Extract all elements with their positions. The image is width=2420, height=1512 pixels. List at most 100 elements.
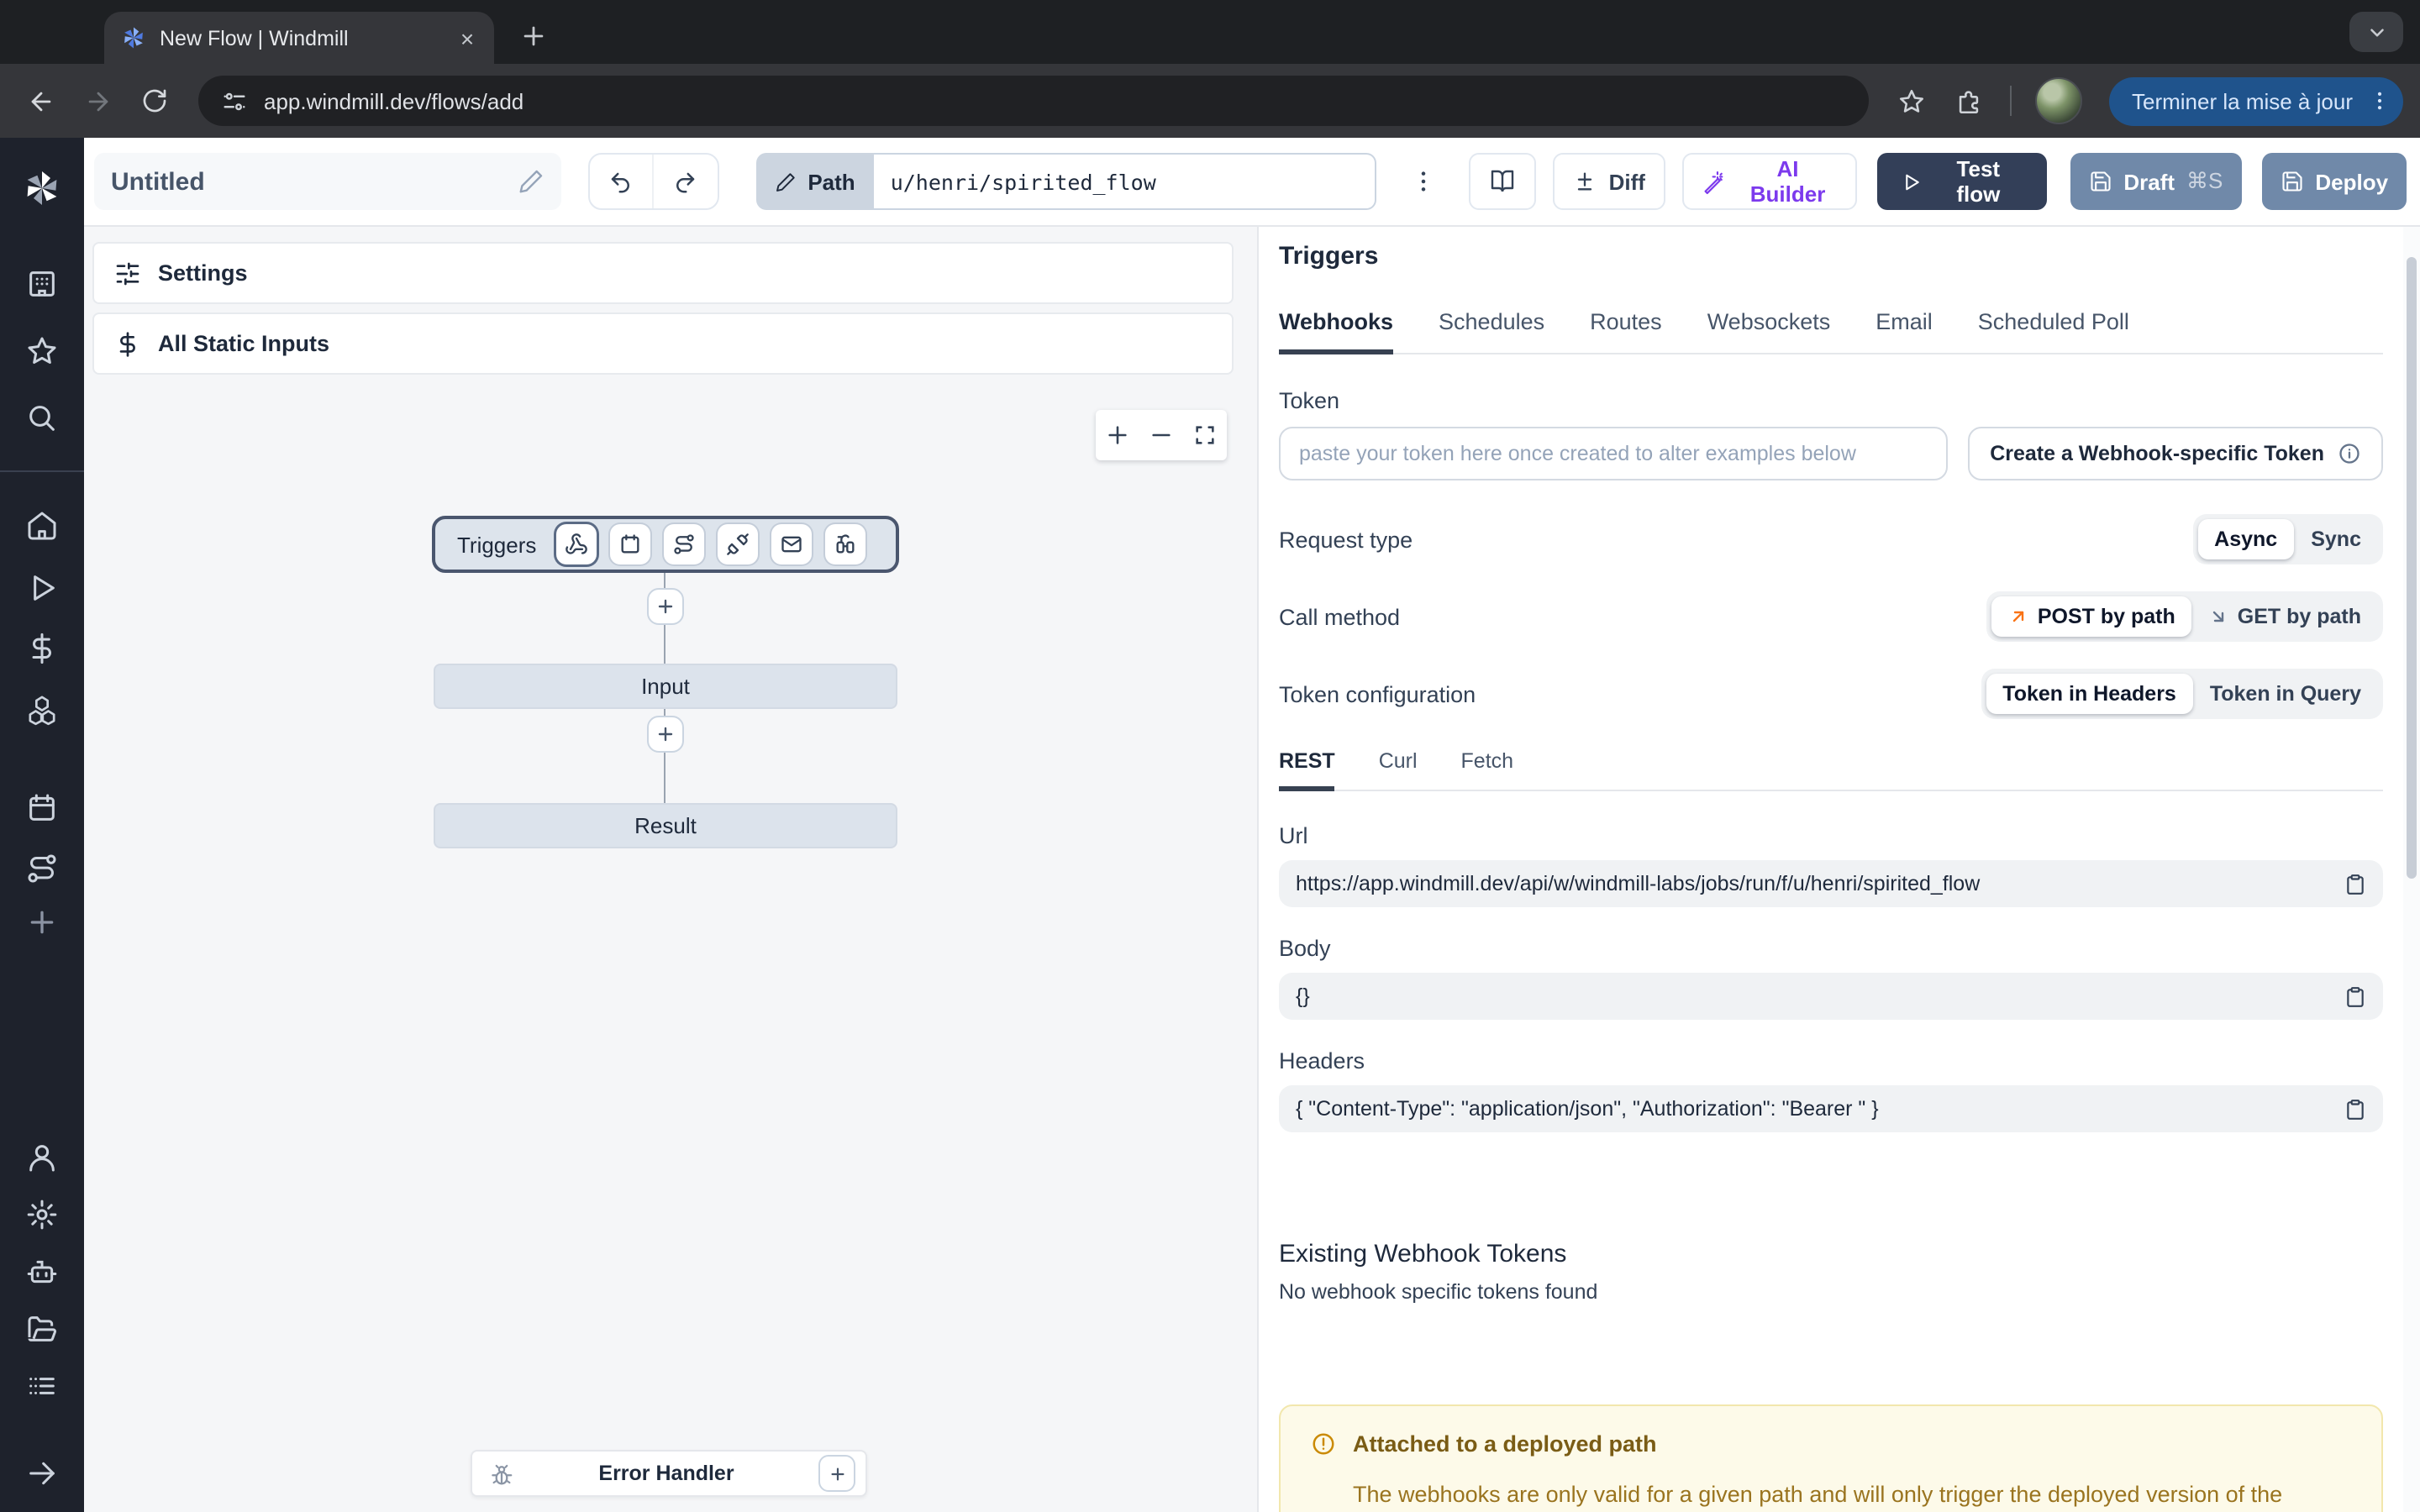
tab-rest[interactable]: REST	[1279, 749, 1335, 791]
sidebar-runs-icon[interactable]	[25, 571, 59, 605]
scrollbar-thumb[interactable]	[2407, 257, 2417, 879]
copy-clipboard-icon[interactable]	[2344, 1098, 2366, 1120]
back-arrow-icon	[26, 87, 55, 115]
windmill-logo-icon[interactable]	[22, 168, 62, 208]
deploy-button[interactable]: Deploy	[2261, 153, 2407, 210]
copy-clipboard-icon[interactable]	[2344, 985, 2366, 1007]
request-type-async[interactable]: Async	[2197, 519, 2294, 559]
tab-email[interactable]: Email	[1876, 309, 1933, 354]
call-method-label: Call method	[1279, 604, 1400, 629]
flow-name-field[interactable]: Untitled	[94, 153, 560, 210]
more-options-kebab-icon[interactable]	[1403, 155, 1445, 208]
site-settings-icon[interactable]	[222, 88, 247, 113]
redo-button[interactable]	[652, 155, 717, 208]
error-handler-node[interactable]: Error Handler	[471, 1450, 867, 1497]
triggers-node[interactable]: Triggers	[432, 516, 899, 573]
tab-close-icon[interactable]: ×	[454, 24, 481, 51]
add-step-button[interactable]	[647, 716, 684, 753]
settings-row[interactable]: Settings	[92, 242, 1234, 304]
add-error-handler-button[interactable]	[818, 1455, 855, 1492]
browser-tab[interactable]: New Flow | Windmill ×	[104, 12, 494, 64]
tab-routes[interactable]: Routes	[1590, 309, 1662, 354]
email-trigger-icon[interactable]	[771, 524, 812, 564]
zoom-out-icon[interactable]	[1150, 423, 1173, 447]
path-pencil-icon	[774, 171, 796, 192]
edit-name-pencil-icon[interactable]	[517, 168, 544, 195]
token-configuration-toggle: Token in Headers Token in Query	[1981, 669, 2383, 719]
path-input[interactable]	[874, 153, 1376, 210]
browser-update-button[interactable]: Terminer la mise à jour	[2108, 76, 2403, 125]
profile-avatar[interactable]	[2034, 77, 2081, 124]
sidebar-add-icon[interactable]	[25, 906, 59, 939]
request-type-sync[interactable]: Sync	[2294, 519, 2378, 559]
forward-button[interactable]	[74, 77, 121, 124]
diff-icon	[1574, 170, 1597, 193]
copy-clipboard-icon[interactable]	[2344, 873, 2366, 895]
sidebar-search-icon[interactable]	[25, 402, 59, 435]
sidebar-home-icon[interactable]	[25, 509, 59, 543]
bug-icon	[489, 1461, 514, 1486]
call-method-post[interactable]: POST by path	[1992, 596, 2192, 637]
websocket-trigger-icon[interactable]	[718, 524, 758, 564]
sidebar-user-icon[interactable]	[25, 1141, 59, 1174]
sidebar-workspace-icon[interactable]	[25, 267, 59, 301]
call-method-get[interactable]: GET by path	[2192, 596, 2378, 637]
result-node-label: Result	[634, 813, 697, 838]
draft-button[interactable]: Draft ⌘S	[2070, 153, 2241, 210]
token-input[interactable]	[1279, 427, 1948, 480]
extensions-puzzle-icon[interactable]	[1945, 77, 1992, 124]
webhook-trigger-icon[interactable]	[556, 524, 597, 564]
input-node[interactable]: Input	[434, 664, 897, 709]
route-trigger-icon[interactable]	[664, 524, 704, 564]
deployed-path-warning: Attached to a deployed path The webhooks…	[1279, 1404, 2383, 1512]
undo-button[interactable]	[589, 155, 652, 208]
sidebar-list-icon[interactable]	[25, 1369, 59, 1403]
tab-fetch[interactable]: Fetch	[1461, 749, 1514, 791]
schedule-trigger-icon[interactable]	[610, 524, 650, 564]
tab-curl[interactable]: Curl	[1379, 749, 1418, 791]
diff-button[interactable]: Diff	[1554, 153, 1665, 210]
token-in-query[interactable]: Token in Query	[2193, 674, 2378, 714]
sidebar-settings-gear-icon[interactable]	[25, 1198, 59, 1231]
sidebar-expand-arrow-icon[interactable]	[25, 1457, 59, 1490]
create-webhook-token-button[interactable]: Create a Webhook-specific Token	[1968, 427, 2383, 480]
zoom-in-icon[interactable]	[1106, 423, 1129, 447]
browser-menu-kebab-icon[interactable]	[2363, 84, 2396, 118]
sidebar-workers-robot-icon[interactable]	[25, 1255, 59, 1289]
tab-search-button[interactable]	[2349, 12, 2403, 52]
flow-name-text: Untitled	[111, 167, 205, 196]
body-label: Body	[1279, 936, 2383, 961]
url-field: https://app.windmill.dev/api/w/windmill-…	[1279, 860, 2383, 907]
call-method-post-label: POST by path	[2038, 605, 2175, 628]
token-in-headers[interactable]: Token in Headers	[1986, 674, 2193, 714]
add-step-button[interactable]	[647, 588, 684, 625]
sidebar-folders-icon[interactable]	[25, 1312, 59, 1346]
tab-websockets[interactable]: Websockets	[1707, 309, 1831, 354]
canvas-zoom-controls	[1096, 410, 1227, 460]
sidebar-resources-icon[interactable]	[25, 692, 59, 726]
back-button[interactable]	[17, 77, 64, 124]
bookmark-star-icon[interactable]	[1888, 77, 1935, 124]
diff-label: Diff	[1609, 169, 1645, 194]
new-tab-button[interactable]	[511, 13, 555, 57]
deploy-floppy-icon	[2280, 170, 2303, 193]
screen: New Flow | Windmill × app.windmill.dev/f…	[0, 0, 2420, 1512]
panel-scrollbar[interactable]	[2403, 227, 2420, 1512]
ai-builder-button[interactable]: AI Builder	[1682, 153, 1857, 210]
test-flow-button[interactable]: Test flow	[1877, 153, 2046, 210]
docs-book-button[interactable]	[1469, 153, 1537, 210]
tab-webhooks[interactable]: Webhooks	[1279, 309, 1393, 354]
url-value: https://app.windmill.dev/api/w/windmill-…	[1296, 872, 2331, 895]
result-node[interactable]: Result	[434, 803, 897, 848]
sidebar-favorites-star-icon[interactable]	[25, 334, 59, 368]
scheduled-poll-trigger-icon[interactable]	[825, 524, 865, 564]
sidebar-schedules-icon[interactable]	[25, 791, 59, 825]
url-bar[interactable]: app.windmill.dev/flows/add	[198, 76, 1868, 126]
sidebar-routes-icon[interactable]	[25, 852, 59, 885]
all-static-inputs-row[interactable]: All Static Inputs	[92, 312, 1234, 375]
tab-scheduled-poll[interactable]: Scheduled Poll	[1978, 309, 2129, 354]
fit-view-icon[interactable]	[1193, 423, 1217, 447]
reload-button[interactable]	[131, 77, 178, 124]
tab-schedules[interactable]: Schedules	[1439, 309, 1544, 354]
sidebar-variables-icon[interactable]	[25, 632, 59, 665]
